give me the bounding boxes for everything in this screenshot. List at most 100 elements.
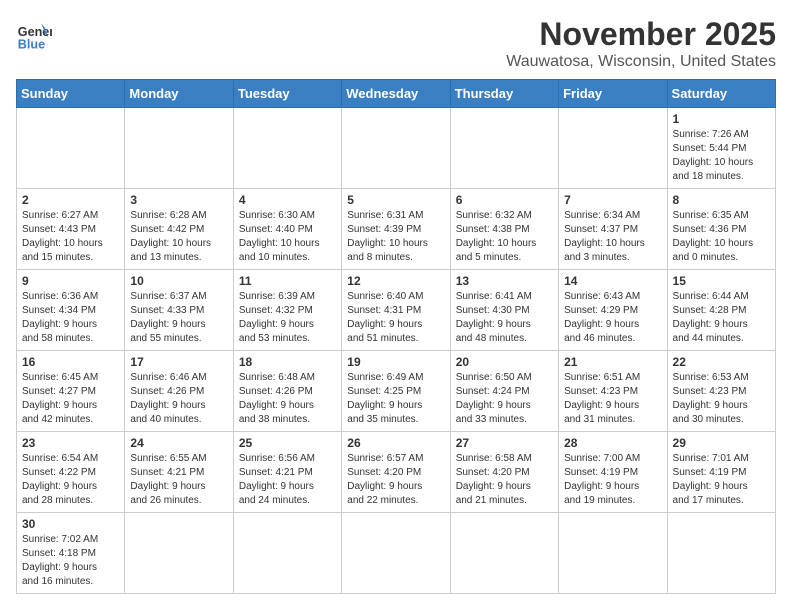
day-cell bbox=[125, 108, 233, 189]
weekday-header-tuesday: Tuesday bbox=[233, 80, 341, 108]
day-number: 30 bbox=[22, 517, 119, 531]
day-cell: 22 Sunrise: 6:53 AM Sunset: 4:23 PM Dayli… bbox=[667, 351, 775, 432]
day-number: 20 bbox=[456, 355, 553, 369]
day-cell: 6 Sunrise: 6:32 AM Sunset: 4:38 PM Daylig… bbox=[450, 189, 558, 270]
day-number: 23 bbox=[22, 436, 119, 450]
day-cell: 4Sunrise: 6:30 AM Sunset: 4:40 PM Daylig… bbox=[233, 189, 341, 270]
day-info: Sunrise: 6:56 AM Sunset: 4:21 PM Dayligh… bbox=[239, 452, 336, 508]
day-info: Sunrise: 6:50 AM Sunset: 4:24 PM Dayligh… bbox=[456, 371, 553, 427]
day-info: Sunrise: 6:37 AM Sunset: 4:33 PM Dayligh… bbox=[130, 290, 227, 346]
day-cell: 13 Sunrise: 6:41 AM Sunset: 4:30 PM Dayli… bbox=[450, 270, 558, 351]
day-number: 3 bbox=[130, 193, 227, 207]
day-number: 12 bbox=[347, 274, 444, 288]
day-info: Sunrise: 6:41 AM Sunset: 4:30 PM Dayligh… bbox=[456, 290, 553, 346]
day-cell: 26 Sunrise: 6:57 AM Sunset: 4:20 PM Dayli… bbox=[342, 432, 450, 513]
day-cell: 23 Sunrise: 6:54 AM Sunset: 4:22 PM Dayli… bbox=[17, 432, 125, 513]
day-number: 11 bbox=[239, 274, 336, 288]
day-number: 13 bbox=[456, 274, 553, 288]
day-cell: 25 Sunrise: 6:56 AM Sunset: 4:21 PM Dayli… bbox=[233, 432, 341, 513]
week-row-4: 16Sunrise: 6:45 AM Sunset: 4:27 PM Dayli… bbox=[17, 351, 776, 432]
weekday-header-saturday: Saturday bbox=[667, 80, 775, 108]
title-area: November 2025 Wauwatosa, Wisconsin, Unit… bbox=[506, 16, 776, 71]
day-info: Sunrise: 6:53 AM Sunset: 4:23 PM Dayligh… bbox=[673, 371, 770, 427]
day-number: 7 bbox=[564, 193, 661, 207]
day-cell: 24 Sunrise: 6:55 AM Sunset: 4:21 PM Dayli… bbox=[125, 432, 233, 513]
day-cell bbox=[450, 513, 558, 594]
day-number: 18 bbox=[239, 355, 336, 369]
day-cell: 18 Sunrise: 6:48 AM Sunset: 4:26 PM Dayli… bbox=[233, 351, 341, 432]
day-cell bbox=[125, 513, 233, 594]
day-cell: 15 Sunrise: 6:44 AM Sunset: 4:28 PM Dayli… bbox=[667, 270, 775, 351]
header: General Blue November 2025 Wauwatosa, Wi… bbox=[16, 16, 776, 71]
day-cell: 12 Sunrise: 6:40 AM Sunset: 4:31 PM Dayli… bbox=[342, 270, 450, 351]
day-cell: 21Sunrise: 6:51 AM Sunset: 4:23 PM Dayli… bbox=[559, 351, 667, 432]
day-info: Sunrise: 7:02 AM Sunset: 4:18 PM Dayligh… bbox=[22, 533, 119, 589]
day-cell: 30 Sunrise: 7:02 AM Sunset: 4:18 PM Dayli… bbox=[17, 513, 125, 594]
week-row-5: 23 Sunrise: 6:54 AM Sunset: 4:22 PM Dayli… bbox=[17, 432, 776, 513]
location-title: Wauwatosa, Wisconsin, United States bbox=[506, 53, 776, 71]
day-info: Sunrise: 7:00 AM Sunset: 4:19 PM Dayligh… bbox=[564, 452, 661, 508]
day-cell bbox=[450, 108, 558, 189]
week-row-2: 2Sunrise: 6:27 AM Sunset: 4:43 PM Daylig… bbox=[17, 189, 776, 270]
logo: General Blue bbox=[16, 16, 52, 52]
day-cell bbox=[342, 513, 450, 594]
day-number: 4 bbox=[239, 193, 336, 207]
day-number: 15 bbox=[673, 274, 770, 288]
day-cell bbox=[667, 513, 775, 594]
day-info: Sunrise: 6:54 AM Sunset: 4:22 PM Dayligh… bbox=[22, 452, 119, 508]
day-info: Sunrise: 6:31 AM Sunset: 4:39 PM Dayligh… bbox=[347, 209, 444, 265]
day-number: 24 bbox=[130, 436, 227, 450]
day-number: 19 bbox=[347, 355, 444, 369]
day-info: Sunrise: 6:46 AM Sunset: 4:26 PM Dayligh… bbox=[130, 371, 227, 427]
svg-text:Blue: Blue bbox=[18, 37, 45, 51]
day-number: 21 bbox=[564, 355, 661, 369]
day-number: 6 bbox=[456, 193, 553, 207]
day-cell bbox=[342, 108, 450, 189]
day-cell: 9 Sunrise: 6:36 AM Sunset: 4:34 PM Daylig… bbox=[17, 270, 125, 351]
day-cell: 19 Sunrise: 6:49 AM Sunset: 4:25 PM Dayli… bbox=[342, 351, 450, 432]
day-cell bbox=[559, 513, 667, 594]
day-info: Sunrise: 6:28 AM Sunset: 4:42 PM Dayligh… bbox=[130, 209, 227, 265]
day-info: Sunrise: 7:01 AM Sunset: 4:19 PM Dayligh… bbox=[673, 452, 770, 508]
day-number: 16 bbox=[22, 355, 119, 369]
day-cell: 1Sunrise: 7:26 AM Sunset: 5:44 PM Daylig… bbox=[667, 108, 775, 189]
day-info: Sunrise: 6:49 AM Sunset: 4:25 PM Dayligh… bbox=[347, 371, 444, 427]
day-cell: 8 Sunrise: 6:35 AM Sunset: 4:36 PM Daylig… bbox=[667, 189, 775, 270]
week-row-3: 9 Sunrise: 6:36 AM Sunset: 4:34 PM Daylig… bbox=[17, 270, 776, 351]
day-number: 17 bbox=[130, 355, 227, 369]
day-cell: 27Sunrise: 6:58 AM Sunset: 4:20 PM Dayli… bbox=[450, 432, 558, 513]
day-cell: 5Sunrise: 6:31 AM Sunset: 4:39 PM Daylig… bbox=[342, 189, 450, 270]
day-cell bbox=[233, 513, 341, 594]
day-cell: 16Sunrise: 6:45 AM Sunset: 4:27 PM Dayli… bbox=[17, 351, 125, 432]
day-info: Sunrise: 6:44 AM Sunset: 4:28 PM Dayligh… bbox=[673, 290, 770, 346]
weekday-header-monday: Monday bbox=[125, 80, 233, 108]
day-number: 26 bbox=[347, 436, 444, 450]
day-cell: 20 Sunrise: 6:50 AM Sunset: 4:24 PM Dayli… bbox=[450, 351, 558, 432]
day-info: Sunrise: 6:39 AM Sunset: 4:32 PM Dayligh… bbox=[239, 290, 336, 346]
day-cell bbox=[17, 108, 125, 189]
day-number: 28 bbox=[564, 436, 661, 450]
day-info: Sunrise: 6:48 AM Sunset: 4:26 PM Dayligh… bbox=[239, 371, 336, 427]
day-info: Sunrise: 6:35 AM Sunset: 4:36 PM Dayligh… bbox=[673, 209, 770, 265]
weekday-header-friday: Friday bbox=[559, 80, 667, 108]
day-cell: 17 Sunrise: 6:46 AM Sunset: 4:26 PM Dayli… bbox=[125, 351, 233, 432]
weekday-header-sunday: Sunday bbox=[17, 80, 125, 108]
day-info: Sunrise: 6:32 AM Sunset: 4:38 PM Dayligh… bbox=[456, 209, 553, 265]
day-info: Sunrise: 6:34 AM Sunset: 4:37 PM Dayligh… bbox=[564, 209, 661, 265]
day-number: 8 bbox=[673, 193, 770, 207]
day-info: Sunrise: 6:27 AM Sunset: 4:43 PM Dayligh… bbox=[22, 209, 119, 265]
day-cell: 2Sunrise: 6:27 AM Sunset: 4:43 PM Daylig… bbox=[17, 189, 125, 270]
day-info: Sunrise: 6:55 AM Sunset: 4:21 PM Dayligh… bbox=[130, 452, 227, 508]
calendar: SundayMondayTuesdayWednesdayThursdayFrid… bbox=[16, 79, 776, 594]
day-number: 27 bbox=[456, 436, 553, 450]
day-number: 25 bbox=[239, 436, 336, 450]
day-cell: 14Sunrise: 6:43 AM Sunset: 4:29 PM Dayli… bbox=[559, 270, 667, 351]
day-info: Sunrise: 6:57 AM Sunset: 4:20 PM Dayligh… bbox=[347, 452, 444, 508]
day-info: Sunrise: 6:40 AM Sunset: 4:31 PM Dayligh… bbox=[347, 290, 444, 346]
day-number: 22 bbox=[673, 355, 770, 369]
day-cell: 7 Sunrise: 6:34 AM Sunset: 4:37 PM Daylig… bbox=[559, 189, 667, 270]
day-info: Sunrise: 6:36 AM Sunset: 4:34 PM Dayligh… bbox=[22, 290, 119, 346]
weekday-header-row: SundayMondayTuesdayWednesdayThursdayFrid… bbox=[17, 80, 776, 108]
day-cell: 11 Sunrise: 6:39 AM Sunset: 4:32 PM Dayli… bbox=[233, 270, 341, 351]
day-number: 9 bbox=[22, 274, 119, 288]
